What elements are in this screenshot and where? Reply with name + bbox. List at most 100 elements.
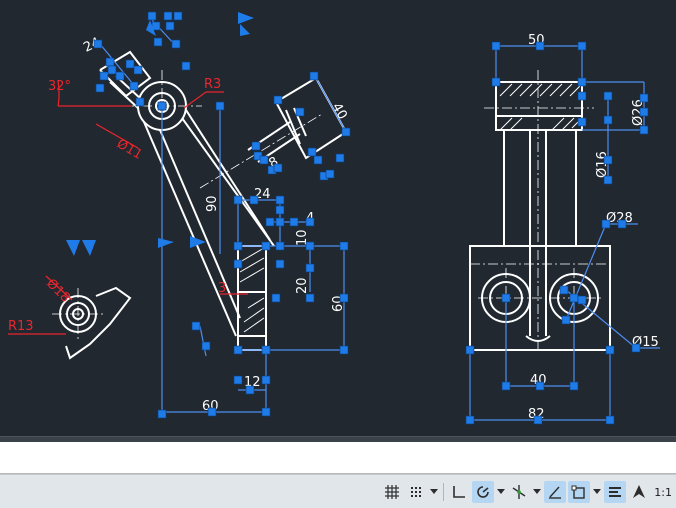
small-view-bracket[interactable] [65,286,132,360]
dim-3[interactable]: 3 [218,281,226,296]
dim-32-deg[interactable]: 32° [48,79,71,94]
column-body[interactable] [503,129,577,247]
grip[interactable] [639,107,649,117]
snap-button[interactable] [405,481,427,503]
grid-button[interactable] [381,481,403,503]
grip[interactable] [171,39,181,49]
grip[interactable] [275,205,285,215]
grip[interactable] [465,415,475,425]
dim-90[interactable]: 90 [205,195,220,212]
isodraft-button[interactable] [508,481,530,503]
arrow-grip[interactable] [240,24,250,36]
dim-20[interactable]: 20 [295,277,310,294]
grip[interactable] [233,259,243,269]
grip[interactable] [251,141,261,151]
grip[interactable] [603,175,613,185]
object-track-button[interactable] [544,481,567,503]
grip[interactable] [639,93,649,103]
grip[interactable] [305,293,315,303]
grip[interactable] [207,407,217,417]
grip[interactable] [273,163,283,173]
grip[interactable] [639,125,649,135]
polar-dropdown[interactable] [496,481,506,503]
dim-r13[interactable]: R13 [8,319,34,334]
grip[interactable] [261,375,271,385]
grip[interactable] [577,77,587,87]
grip[interactable] [99,71,109,81]
grip[interactable] [577,91,587,101]
cad-drawing[interactable]: 32° R3 Ø11 24 40 8 24 90 4 10 3 20 60 12… [0,0,676,436]
grip[interactable] [201,341,211,351]
annotation-button[interactable] [628,481,650,503]
grip[interactable] [273,95,283,105]
grip[interactable] [233,345,243,355]
grip[interactable] [261,407,271,417]
grip[interactable] [165,21,175,31]
dim-40-angle[interactable]: 40 [329,101,350,123]
grip[interactable] [249,195,259,205]
grip[interactable] [93,39,103,49]
grip[interactable] [307,147,317,157]
polar-button[interactable] [472,481,495,503]
arrow-grip[interactable] [82,240,96,256]
grip[interactable] [561,315,571,325]
grip[interactable] [603,115,613,125]
dim-r3[interactable]: R3 [204,77,221,92]
grip[interactable] [115,71,125,81]
arm-left-edge[interactable] [143,121,237,337]
grip[interactable] [605,345,615,355]
drawing-canvas[interactable]: 32° R3 Ø11 24 40 8 24 90 4 10 3 20 60 12… [0,0,676,436]
osnap-dropdown[interactable] [592,481,602,503]
grip[interactable] [275,241,285,251]
grip[interactable] [305,263,315,273]
grip[interactable] [133,65,143,75]
grip[interactable] [129,81,139,91]
grip[interactable] [491,77,501,87]
grip[interactable] [569,293,579,303]
grip[interactable] [533,415,543,425]
snap-dropdown[interactable] [429,481,439,503]
grip[interactable] [501,381,511,391]
grip[interactable] [335,153,345,163]
grip-group[interactable] [93,11,649,425]
arm-right-edge[interactable] [181,117,275,247]
grip[interactable] [605,415,615,425]
grip[interactable] [245,385,255,395]
grip[interactable] [341,127,351,137]
grip[interactable] [215,101,225,111]
grip[interactable] [157,101,167,111]
grip[interactable] [313,155,323,165]
grip[interactable] [275,195,285,205]
arrow-grip[interactable] [66,240,80,256]
grip[interactable] [339,241,349,251]
arrow-grip[interactable] [238,12,254,24]
grip[interactable] [191,321,201,331]
grip[interactable] [271,293,281,303]
grip[interactable] [491,41,501,51]
grip[interactable] [233,375,243,385]
annotation-scale[interactable]: 1:1 [652,486,672,499]
grip[interactable] [577,295,587,305]
grip[interactable] [631,343,641,353]
grip[interactable] [465,345,475,355]
grip[interactable] [261,241,271,251]
left-view[interactable] [59,50,348,360]
dim-dia16[interactable]: Ø16 [595,151,610,178]
grip[interactable] [105,57,115,67]
grip[interactable] [233,241,243,251]
grip[interactable] [275,217,285,227]
grip[interactable] [157,409,167,419]
grip[interactable] [125,59,135,69]
grip[interactable] [163,11,173,21]
dim-dia11[interactable]: Ø11 [114,136,145,162]
grip[interactable] [259,155,269,165]
grip[interactable] [233,195,243,205]
grip[interactable] [261,345,271,355]
grip[interactable] [339,293,349,303]
grip[interactable] [181,61,191,71]
grip[interactable] [577,41,587,51]
grip[interactable] [559,285,569,295]
grip[interactable] [147,11,157,21]
grip[interactable] [107,65,117,75]
command-line[interactable] [0,442,676,474]
